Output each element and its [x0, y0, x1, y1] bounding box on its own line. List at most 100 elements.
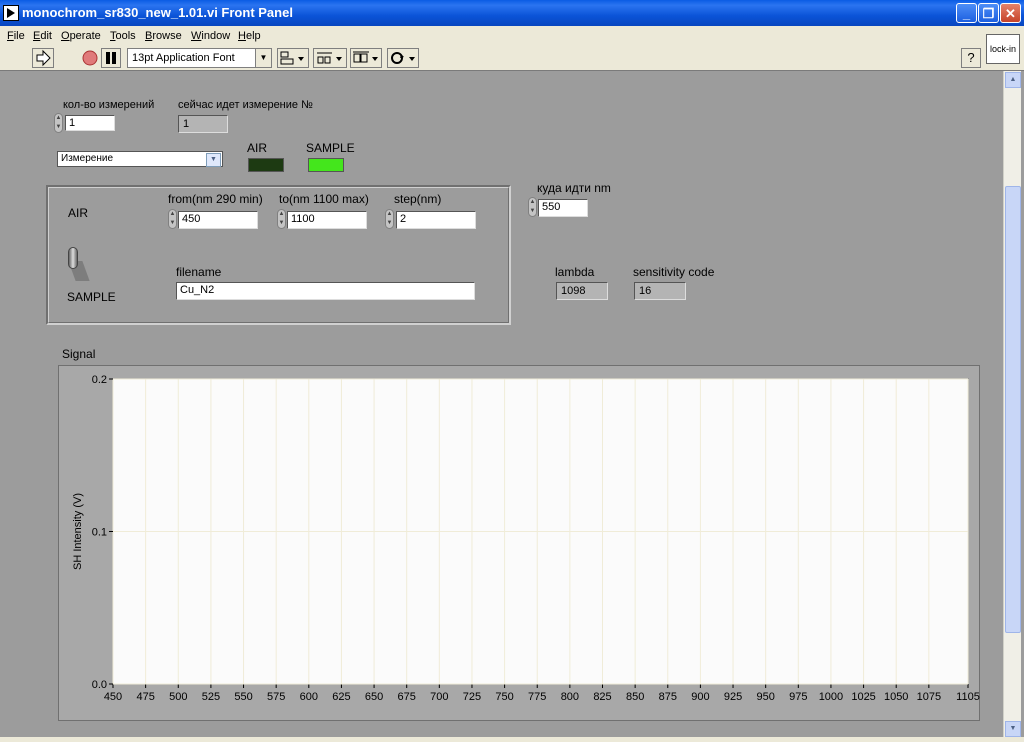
menu-window[interactable]: Window: [191, 30, 230, 42]
font-select-value: 13pt Application Font: [132, 52, 235, 64]
menu-file-label: ile: [13, 30, 25, 42]
vertical-scrollbar[interactable]: ▲ ▼: [1003, 71, 1021, 737]
align-icon: [280, 51, 304, 65]
minimize-button[interactable]: _: [956, 3, 977, 23]
x-tick-label: 575: [267, 691, 285, 703]
menu-operate-mnemonic: O: [61, 30, 70, 42]
led-air: [248, 158, 284, 172]
vi-icon[interactable]: lock-in: [986, 34, 1020, 64]
reorder-icon: [391, 52, 415, 64]
run-arrow-icon: [36, 49, 51, 67]
to-increment-decrement[interactable]: ▲ ▼: [277, 209, 286, 229]
menu-help[interactable]: Help: [238, 30, 261, 42]
from-input[interactable]: 450: [178, 211, 258, 229]
distribute-objects-button[interactable]: [313, 48, 347, 68]
x-tick-label: 750: [495, 691, 513, 703]
to-label: to(nm 1100 max): [279, 192, 369, 206]
lambda-indicator: 1098: [556, 282, 608, 300]
resize-icon: [353, 51, 378, 63]
count-increment-decrement[interactable]: ▲ ▼: [54, 113, 63, 133]
from-label: from(nm 290 min): [168, 192, 263, 206]
step-input[interactable]: 2: [396, 211, 476, 229]
x-tick-label: 650: [365, 691, 383, 703]
menu-window-mnemonic: W: [191, 30, 202, 42]
close-button[interactable]: ✕: [1000, 3, 1021, 23]
pause-button[interactable]: [101, 48, 121, 68]
scroll-up-icon[interactable]: ▲: [1005, 72, 1021, 88]
run-button[interactable]: [32, 48, 54, 68]
mode-select[interactable]: Измерение ▼: [57, 151, 223, 167]
to-input[interactable]: 1100: [287, 211, 367, 229]
goto-input[interactable]: 550: [538, 199, 588, 217]
x-tick-label: 1000: [819, 691, 843, 703]
air-sample-switch[interactable]: [68, 247, 78, 269]
x-tick-label: 700: [430, 691, 448, 703]
chevron-down-icon: ▼: [255, 49, 271, 67]
current-measurement-label: сейчас идет измерение №: [178, 99, 313, 111]
goto-label: куда идти nm: [537, 181, 611, 195]
x-tick-label: 775: [528, 691, 546, 703]
font-select[interactable]: 13pt Application Font ▼: [127, 48, 272, 68]
status-strip: [0, 737, 1024, 742]
x-tick-label: 825: [593, 691, 611, 703]
filename-input[interactable]: Cu_N2: [176, 282, 475, 300]
switch-air-label: AIR: [68, 206, 89, 220]
x-tick-label: 950: [756, 691, 774, 703]
menu-edit-label: dit: [40, 30, 52, 42]
menu-file[interactable]: File: [7, 30, 25, 42]
step-increment-decrement[interactable]: ▲ ▼: [385, 209, 394, 229]
menu-help-mnemonic: H: [238, 30, 246, 42]
x-tick-label: 725: [463, 691, 481, 703]
menu-operate[interactable]: Operate: [61, 30, 101, 42]
sensitivity-code-indicator: 16: [634, 282, 686, 300]
pause-icon: [106, 52, 116, 64]
x-tick-label: 525: [202, 691, 220, 703]
restore-button[interactable]: ❐: [978, 3, 999, 23]
signal-chart[interactable]: 450 475 500 525 550 575 600 625 650 675 700 725 750 7…: [58, 365, 980, 721]
x-tick-label: 925: [724, 691, 742, 703]
menu-browse[interactable]: Browse: [145, 30, 182, 42]
count-label: кол-во измерений: [63, 99, 155, 111]
x-tick-label: 975: [789, 691, 807, 703]
goto-increment-decrement[interactable]: ▲ ▼: [528, 197, 537, 217]
count-input[interactable]: 1: [65, 115, 115, 131]
led-air-label: AIR: [247, 141, 268, 155]
menu-edit[interactable]: Edit: [33, 30, 52, 42]
distribute-icon: [317, 52, 342, 64]
reorder-button[interactable]: [387, 48, 419, 68]
chevron-down-icon: ▼: [206, 153, 221, 167]
align-objects-button[interactable]: [277, 48, 309, 68]
menu-file-mnemonic: F: [7, 30, 14, 42]
window-title: monochrom_sr830_new_1.01.vi Front Panel: [22, 5, 293, 20]
settings-frame-inner: [48, 187, 509, 323]
menu-tools[interactable]: Tools: [110, 30, 136, 42]
current-measurement-indicator: 1: [178, 115, 228, 133]
x-tick-label: 675: [398, 691, 416, 703]
from-increment-decrement[interactable]: ▲ ▼: [168, 209, 177, 229]
led-sample: [308, 158, 344, 172]
scroll-down-icon[interactable]: ▼: [1005, 721, 1021, 737]
led-sample-label: SAMPLE: [306, 141, 355, 155]
resize-objects-button[interactable]: [350, 48, 382, 68]
front-panel: кол-во измерений ▲ ▼ 1 сейчас идет измере…: [0, 71, 1003, 737]
signal-chart-svg: 450 475 500 525 550 575 600 625 650 675 700 725 750 7…: [72, 374, 980, 703]
toolbar: 13pt Application Font ▼ ?: [0, 46, 1024, 71]
x-tick-label: 1105: [956, 691, 980, 703]
context-help-button[interactable]: ?: [961, 48, 981, 68]
x-tick-label: 1075: [917, 691, 941, 703]
step-label: step(nm): [394, 192, 442, 206]
x-tick-label: 550: [234, 691, 252, 703]
y-tick-label: 0.0: [92, 679, 107, 691]
lambda-label: lambda: [555, 265, 595, 279]
abort-button[interactable]: [80, 48, 100, 68]
y-axis-label: SH Intensity (V): [72, 493, 84, 570]
x-tick-label: 625: [332, 691, 350, 703]
x-tick-label: 875: [659, 691, 677, 703]
stop-icon: [82, 50, 98, 66]
help-icon: ?: [967, 50, 975, 65]
x-tick-label: 1050: [884, 691, 908, 703]
scrollbar-thumb[interactable]: [1005, 186, 1021, 633]
y-tick-label: 0.1: [92, 527, 107, 539]
menu-operate-label: perate: [69, 30, 101, 42]
x-tick-label: 500: [169, 691, 187, 703]
